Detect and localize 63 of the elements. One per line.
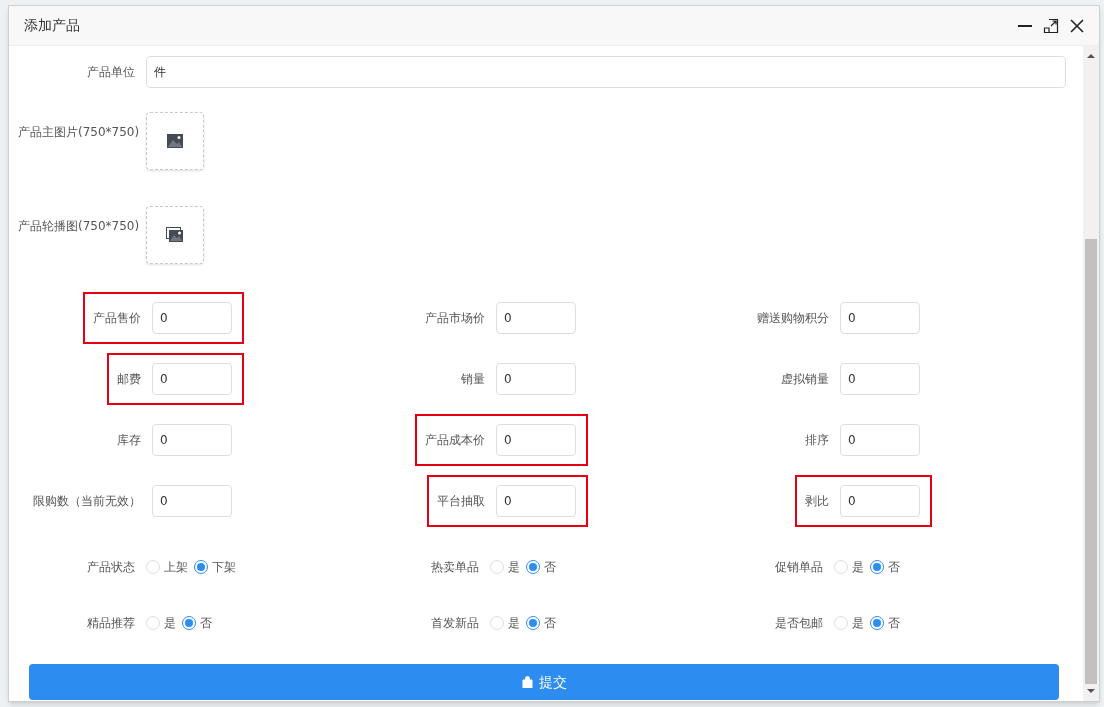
field-label: 热卖单品	[430, 559, 480, 576]
field-label: 产品状态	[86, 559, 136, 576]
maximize-icon[interactable]	[1043, 17, 1059, 34]
radio-label: 是	[852, 559, 864, 576]
close-icon[interactable]	[1069, 17, 1085, 34]
field-label: 平台抽取	[437, 493, 485, 510]
input-field[interactable]: 0	[496, 302, 576, 334]
field-label: 产品成本价	[425, 432, 485, 449]
radio-label: 否	[200, 615, 212, 632]
field-label: 排序	[805, 432, 829, 449]
field-label: 是否包邮	[774, 615, 824, 632]
field-label: 产品市场价	[425, 310, 485, 327]
input-field[interactable]: 0	[152, 302, 232, 334]
field-label: 限购数（当前无效）	[33, 493, 141, 510]
field-label: 产品轮播图(750*750)	[18, 218, 141, 235]
radio-button[interactable]	[526, 616, 540, 630]
input-field[interactable]: 0	[840, 485, 920, 517]
field-label: 销量	[461, 371, 485, 388]
field-label: 赠送购物积分	[757, 310, 829, 327]
input-field[interactable]: 0	[152, 485, 232, 517]
input-field[interactable]: 0	[496, 485, 576, 517]
radio-button[interactable]	[526, 560, 540, 574]
input-field[interactable]: 0	[496, 424, 576, 456]
field-label: 首发新品	[430, 615, 480, 632]
dialog-title: 添加产品	[24, 16, 80, 35]
input-field[interactable]: 0	[152, 363, 232, 395]
input-field[interactable]: 件	[146, 56, 1066, 88]
radio-label: 是	[508, 615, 520, 632]
bag-icon	[521, 676, 533, 688]
radio-button[interactable]	[870, 616, 884, 630]
field-label: 产品主图片(750*750)	[18, 124, 141, 141]
radio-label: 下架	[212, 559, 236, 576]
field-label: 邮费	[117, 371, 141, 388]
radio-label: 否	[888, 615, 900, 632]
scrollbar[interactable]	[1083, 46, 1099, 701]
image-icon	[166, 133, 184, 149]
radio-label: 否	[544, 615, 556, 632]
radio-label: 是	[508, 559, 520, 576]
field-label: 产品单位	[86, 64, 136, 81]
input-field[interactable]: 0	[496, 363, 576, 395]
input-field[interactable]: 0	[840, 363, 920, 395]
scroll-down-icon[interactable]	[1087, 688, 1095, 694]
field-label: 虚拟销量	[781, 371, 829, 388]
radio-label: 是	[164, 615, 176, 632]
image-upload-box[interactable]	[146, 112, 204, 170]
radio-label: 否	[888, 559, 900, 576]
images-icon	[166, 227, 184, 243]
image-upload-box[interactable]	[146, 206, 204, 264]
radio-button[interactable]	[182, 616, 196, 630]
scroll-up-icon[interactable]	[1087, 53, 1095, 59]
field-label: 精品推荐	[86, 615, 136, 632]
field-label: 剥比	[805, 493, 829, 510]
field-label: 促销单品	[774, 559, 824, 576]
radio-button[interactable]	[870, 560, 884, 574]
field-label: 产品售价	[93, 310, 141, 327]
radio-label: 是	[852, 615, 864, 632]
radio-button[interactable]	[194, 560, 208, 574]
input-field[interactable]: 0	[840, 424, 920, 456]
radio-label: 上架	[164, 559, 188, 576]
input-field[interactable]: 0	[840, 302, 920, 334]
field-label: 库存	[117, 432, 141, 449]
radio-label: 否	[544, 559, 556, 576]
input-field[interactable]: 0	[152, 424, 232, 456]
